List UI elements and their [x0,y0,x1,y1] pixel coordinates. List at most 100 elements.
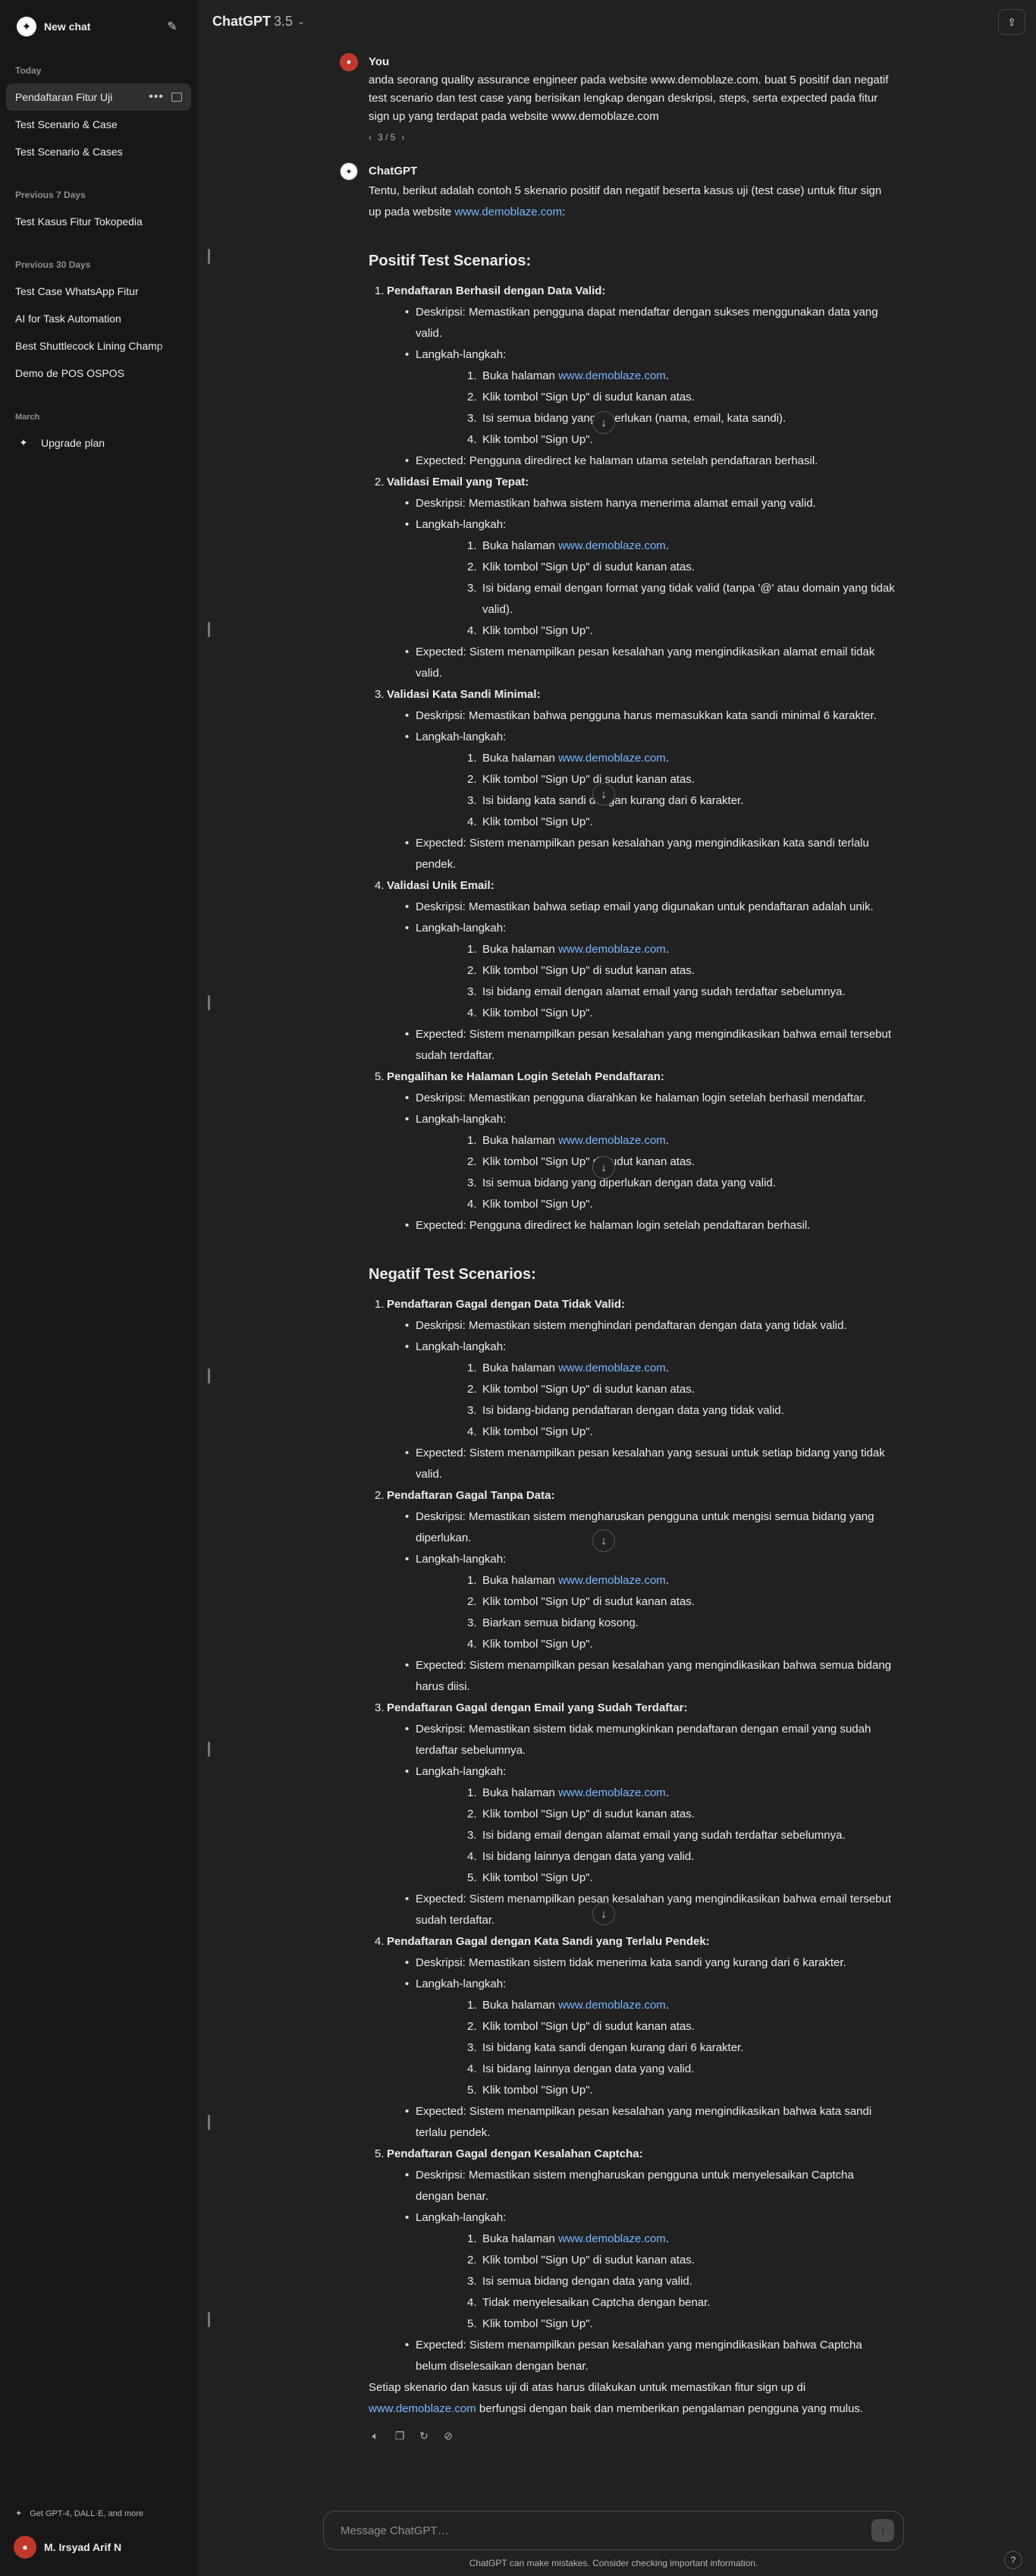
upgrade-plan-button[interactable]: ✦ Upgrade plan [6,429,191,457]
more-icon[interactable]: ••• [149,90,164,104]
scenario-expected: Expected: Sistem menampilkan pesan kesal… [387,1655,895,1698]
help-button[interactable]: ? [1004,2551,1022,2569]
demoblaze-link[interactable]: www.demoblaze.com [558,539,666,552]
sidebar-item-test-scenario-case[interactable]: Test Scenario & Case [6,111,191,138]
scenario-item: 3. Pendaftaran Gagal dengan Email yang Su… [369,1698,895,1931]
arrow-down-icon[interactable]: ↓ [592,783,615,806]
archive-icon[interactable] [171,93,182,102]
demoblaze-link[interactable]: www.demoblaze.com [558,943,666,956]
demoblaze-link[interactable]: www.demoblaze.com [558,1574,666,1587]
sidebar-toggle-handle[interactable] [208,1368,210,1384]
user-menu[interactable]: ● M. Irsyad Arif N [9,2532,188,2562]
scenario-steps: Langkah-langkah: 1. Buka halaman www.demob… [387,2207,895,2335]
chevron-right-icon[interactable]: › [401,132,404,143]
step-number: 1. [467,752,477,765]
step-text: Isi bidang email dengan alamat email yan… [482,1829,846,1842]
sidebar-toggle-handle[interactable] [208,2312,210,2327]
sidebar-item-ai-task-automation[interactable]: AI for Task Automation [6,305,191,332]
step-text: Isi semua bidang dengan data yang valid. [482,2275,692,2288]
demoblaze-link[interactable]: www.demoblaze.com [558,1362,666,1374]
demoblaze-link[interactable]: www.demoblaze.com [558,369,666,382]
model-selector[interactable]: ChatGPT 3.5 ⌄ [212,14,305,30]
scenario-title: Pendaftaran Gagal dengan Kesalahan Captc… [387,2147,643,2160]
demoblaze-link[interactable]: www.demoblaze.com [558,1134,666,1147]
step-number: 4. [467,1638,477,1651]
sidebar-item-test-case-whatsapp[interactable]: Test Case WhatsApp Fitur [6,278,191,305]
avatar: ● [14,2536,36,2559]
sidebar-item-label: Test Scenario & Case [15,118,118,130]
speaker-icon[interactable]: 🔈︎ [369,2429,382,2442]
step-text: Biarkan semua bidang kosong. [482,1616,639,1629]
step-number: 5. [467,1871,477,1884]
thumbs-down-icon[interactable]: ⊘ [441,2429,455,2442]
arrow-down-icon[interactable]: ↓ [592,1529,615,1552]
negative-heading: Negatif Test Scenarios: [369,1266,536,1283]
edit-icon[interactable]: ✎ [164,18,181,35]
step-number: 4. [467,1007,477,1019]
scenario-steps: Langkah-langkah: 1. Buka halaman www.demob… [387,1109,895,1215]
step-item: 4. Klik tombol "Sign Up". [416,620,895,642]
step-text: Buka halaman [482,2232,559,2245]
step-text: Klik tombol "Sign Up". [482,433,593,446]
arrow-down-icon[interactable]: ↓ [592,1902,615,1925]
share-button[interactable]: ⇪ [998,9,1025,35]
step-text: Isi bidang kata sandi dengan kurang dari… [482,2041,744,2054]
scenario-steps: Langkah-langkah: 1. Buka halaman www.demob… [387,1549,895,1655]
step-item: 3. Isi bidang-bidang pendaftaran dengan d… [416,1400,895,1422]
step-text: Isi bidang email dengan alamat email yan… [482,985,846,998]
demoblaze-link[interactable]: www.demoblaze.com [454,206,562,218]
scenario-steps: Langkah-langkah: 1. Buka halaman www.demob… [387,727,895,833]
steps-label: Langkah-langkah: [416,1340,507,1353]
scenario-number: 4. [375,1935,385,1948]
sidebar-item-test-kasus-tokopedia[interactable]: Test Kasus Fitur Tokopedia [6,208,191,235]
sidebar-toggle-handle[interactable] [208,622,210,637]
sidebar-item-pendaftaran-fitur-uji[interactable]: Pendaftaran Fitur Uji ••• [6,83,191,111]
copy-icon[interactable]: ❐ [393,2429,407,2442]
upgrade-note[interactable]: ✦ Get GPT-4, DALL·E, and more [15,2508,143,2519]
send-icon[interactable]: ↑ [871,2519,894,2542]
message-input[interactable] [341,2524,871,2537]
scenario-description: Deskripsi: Memastikan pengguna dapat men… [387,302,895,344]
step-text: . [665,369,669,382]
closing-paragraph: Setiap skenario dan kasus uji di atas ha… [369,2377,895,2420]
scenario-details: Deskripsi: Memastikan sistem tidak mener… [387,1952,895,2144]
scenario-item: 3.Validasi Kata Sandi Minimal:Deskripsi:… [369,684,895,875]
step-number: 2. [467,1155,477,1168]
section-label-previous-30-days: Previous 30 Days [15,259,91,270]
demoblaze-link[interactable]: www.demoblaze.com [558,752,666,765]
step-number: 2. [467,773,477,786]
steps-list: 1. Buka halaman www.demoblaze.com. 2. Klik … [416,1358,895,1443]
sidebar-item-test-scenario-cases[interactable]: Test Scenario & Cases [6,138,191,165]
step-number: 1. [467,1362,477,1374]
chevron-left-icon[interactable]: ‹ [369,132,372,143]
sidebar-toggle-handle[interactable] [208,2115,210,2130]
assistant-message-content: Tentu, berikut adalah contoh 5 skenario … [369,181,895,2420]
regenerate-icon[interactable]: ↻ [417,2429,431,2442]
sidebar-toggle-handle[interactable] [208,995,210,1010]
demoblaze-link[interactable]: www.demoblaze.com [558,1999,666,2012]
chat-thread: ● You anda seorang quality assurance eng… [340,53,895,2442]
scenario-expected: Expected: Pengguna diredirect ke halaman… [387,451,895,472]
scenario-number: 3. [375,1701,385,1714]
step-number: 5. [467,2084,477,2097]
steps-list: 1. Buka halaman www.demoblaze.com. 2. Klik … [416,939,895,1024]
response-pager: ‹ 3 / 5 › [369,132,895,143]
section-label-today: Today [15,65,42,76]
arrow-down-icon[interactable]: ↓ [592,411,615,434]
sidebar-toggle-handle[interactable] [208,1742,210,1757]
step-item: 3. Isi bidang email dengan alamat email y… [416,982,895,1003]
sidebar-toggle-handle[interactable] [208,249,210,264]
demoblaze-link[interactable]: www.demoblaze.com [369,2402,476,2415]
demoblaze-link[interactable]: www.demoblaze.com [558,2232,666,2245]
sidebar-item-best-shuttlecock[interactable]: Best Shuttlecock Lining Champ [6,332,191,360]
new-chat-button[interactable]: ✦ New chat ✎ [9,11,188,42]
step-text: Isi bidang lainnya dengan data yang vali… [482,1850,695,1863]
step-item: 5. Klik tombol "Sign Up". [416,2080,895,2101]
demoblaze-link[interactable]: www.demoblaze.com [558,1786,666,1799]
sidebar-item-demo-pos-ospos[interactable]: Demo de POS OSPOS [6,360,191,387]
arrow-down-icon[interactable]: ↓ [592,1156,615,1179]
step-number: 5. [467,2317,477,2330]
step-item: 4. Tidak menyelesaikan Captcha dengan ben… [416,2292,895,2314]
scenario-description: Deskripsi: Memastikan sistem tidak memun… [387,1719,895,1761]
scenario-title: Validasi Unik Email: [387,879,494,892]
